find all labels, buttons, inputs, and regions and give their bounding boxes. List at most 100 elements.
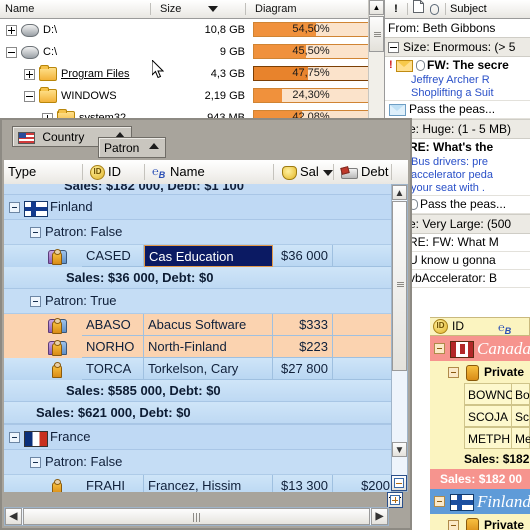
- debt-icon: [341, 168, 358, 180]
- page-icon[interactable]: [413, 0, 424, 18]
- mail-group-header[interactable]: Size: Enormous: (> 5: [385, 37, 530, 57]
- grid-cell-debt: [333, 314, 391, 336]
- pink-cell-id: BOWNO: [464, 383, 515, 405]
- grid-horizontal-scrollbar[interactable]: ◀ ▶: [4, 507, 389, 526]
- envelope-closed-icon: [396, 59, 413, 72]
- explorer-row[interactable]: WINDOWS 2,19 GB 24,30%: [0, 85, 384, 107]
- collapse-icon[interactable]: [434, 496, 445, 507]
- scroll-up-button[interactable]: ▲: [369, 0, 384, 15]
- pink-country-label: Finland: [477, 492, 530, 511]
- pink-table-row[interactable]: BOWNO Bo: [430, 383, 530, 405]
- scroll-up-button[interactable]: ▲: [392, 185, 407, 200]
- pink-cell-id: METPH: [464, 427, 512, 449]
- importance-icon[interactable]: !: [389, 0, 403, 18]
- collapse-icon[interactable]: [9, 432, 20, 443]
- scroll-down-button[interactable]: ▼: [392, 442, 407, 457]
- scroll-left-button[interactable]: ◀: [5, 508, 22, 525]
- mail-group-label: ze: Very Large: (500: [403, 217, 512, 231]
- pink-column-header-id[interactable]: ID: [452, 318, 464, 335]
- collapse-icon[interactable]: [448, 520, 459, 530]
- group-by-bar[interactable]: Country Patron: [2, 120, 410, 160]
- grid-partial-summary-row: Sales: $182 000, Debt: $1 100: [4, 184, 391, 194]
- column-header-size[interactable]: Size: [155, 0, 215, 18]
- explorer-rows: D:\ 10,8 GB 54,50% C:\ 9 GB 45,50% Program Fil…: [0, 19, 384, 132]
- person-icon: [466, 518, 479, 530]
- pink-table-row[interactable]: SCOJA Sc: [430, 405, 530, 427]
- explorer-row-name: D:\: [6, 19, 57, 41]
- column-header-subject[interactable]: Subject: [450, 0, 487, 18]
- column-header-name[interactable]: Name: [0, 0, 150, 18]
- collapse-icon[interactable]: [388, 42, 399, 54]
- id-icon: ID: [433, 318, 451, 335]
- collapse-icon[interactable]: [434, 343, 445, 354]
- pink-grid-header: ID ID ℮B: [430, 317, 530, 337]
- scroll-right-button[interactable]: ▶: [371, 508, 388, 525]
- pink-group-header[interactable]: Private: [430, 361, 530, 383]
- pink-country-label: Canada: [477, 339, 530, 358]
- explorer-vertical-scrollbar[interactable]: ▲: [368, 0, 384, 132]
- column-header-type[interactable]: Type: [4, 160, 82, 184]
- diagram-percent-label: 54,50%: [292, 23, 330, 35]
- mail-column-header: ! Subject: [385, 0, 530, 19]
- expand-icon[interactable]: [24, 68, 35, 80]
- collapse-icon[interactable]: [448, 367, 459, 378]
- collapse-icon[interactable]: [30, 296, 41, 307]
- expand-all-button[interactable]: [387, 492, 403, 508]
- grid-group-header[interactable]: Patron: False: [4, 220, 391, 245]
- group-by-patron-button[interactable]: Patron: [98, 137, 166, 158]
- person-icon: [48, 361, 65, 378]
- explorer-row[interactable]: D:\ 10,8 GB 54,50%: [0, 19, 384, 41]
- column-header-id[interactable]: ID ID: [86, 160, 146, 184]
- collapse-all-button[interactable]: [391, 475, 407, 491]
- grid-data-row[interactable]: ABASOAbacus Software$333 400: [4, 314, 391, 336]
- pink-country-header[interactable]: Finland: [430, 489, 530, 514]
- grid-group-header[interactable]: Patron: True: [4, 289, 391, 314]
- grid-data-row[interactable]: TORCA Torkelson, Cary $27 800: [4, 358, 391, 380]
- mail-preview-line: Shoplifting a Suit: [411, 87, 494, 99]
- mail-list-item[interactable]: Pass the peas...: [385, 101, 530, 119]
- grid-data-row[interactable]: CASEDCas Education Group$36 000: [4, 245, 391, 267]
- grid-country-header[interactable]: Finland: [4, 194, 391, 220]
- mail-subject-text: vbAccelerator: B: [409, 271, 498, 285]
- scrollbar-thumb[interactable]: [369, 16, 384, 52]
- grid-cell-sal: $13 300: [273, 475, 333, 492]
- grid-group-header[interactable]: Patron: False: [4, 450, 391, 475]
- pink-cell-name: Bo: [512, 383, 530, 405]
- grid-vertical-scrollbar[interactable]: ▲ ▼: [391, 184, 408, 492]
- grid-country-label: France: [50, 429, 91, 444]
- folder-icon: [39, 87, 57, 104]
- grid-rows: Sales: $182 000, Debt: $1 100 Finland Patr…: [4, 184, 391, 492]
- column-header-name[interactable]: ℮B Name: [148, 160, 273, 184]
- pink-country-header[interactable]: Canada: [430, 336, 530, 361]
- pink-table-row[interactable]: METPH Me: [430, 427, 530, 449]
- scrollbar-thumb-horizontal[interactable]: [23, 508, 370, 525]
- explorer-row[interactable]: C:\ 9 GB 45,50%: [0, 41, 384, 63]
- grid-cell-debt: [333, 336, 391, 358]
- secondary-country-grid: ID ID ℮B Canada Private BOWNO Bo SCOJA Sc METP…: [430, 317, 530, 530]
- grid-country-header[interactable]: France: [4, 424, 391, 450]
- diagram-percent-label: 47,75%: [292, 67, 330, 79]
- grid-group-label: Patron: False: [45, 224, 123, 239]
- collapse-icon[interactable]: [6, 46, 17, 58]
- ab-icon: ℮B: [152, 166, 166, 181]
- collapse-icon[interactable]: [24, 90, 35, 102]
- grid-cell-sal: $333 400: [273, 314, 333, 336]
- grid-data-row[interactable]: NORHONorth-Finland$223 800: [4, 336, 391, 358]
- company-icon: [48, 339, 67, 356]
- explorer-row[interactable]: Program Files 4,3 GB 47,75%: [0, 63, 384, 85]
- explorer-column-header: Name Size Diagram: [0, 0, 384, 19]
- collapse-icon[interactable]: [30, 457, 41, 468]
- pink-group-header[interactable]: Private: [430, 514, 530, 530]
- collapse-icon[interactable]: [30, 227, 41, 238]
- column-header-debt[interactable]: Debt: [337, 160, 399, 184]
- attachment-icon[interactable]: [430, 0, 441, 18]
- mail-subject-row: ! FW: The secre: [389, 57, 530, 74]
- mail-list-item[interactable]: ! FW: The secre Jeffrey Archer R Shopliftin…: [385, 57, 530, 101]
- column-header-diagram[interactable]: Diagram: [250, 0, 380, 18]
- grid-data-row[interactable]: FRAHI Francez, Hissim $13 300 $200: [4, 475, 391, 492]
- collapse-icon[interactable]: [9, 202, 20, 213]
- scrollbar-thumb[interactable]: [392, 201, 407, 371]
- flag-us-icon: [18, 131, 35, 144]
- mail-subject-text: FW: The secre: [427, 58, 509, 72]
- expand-icon[interactable]: [6, 24, 17, 36]
